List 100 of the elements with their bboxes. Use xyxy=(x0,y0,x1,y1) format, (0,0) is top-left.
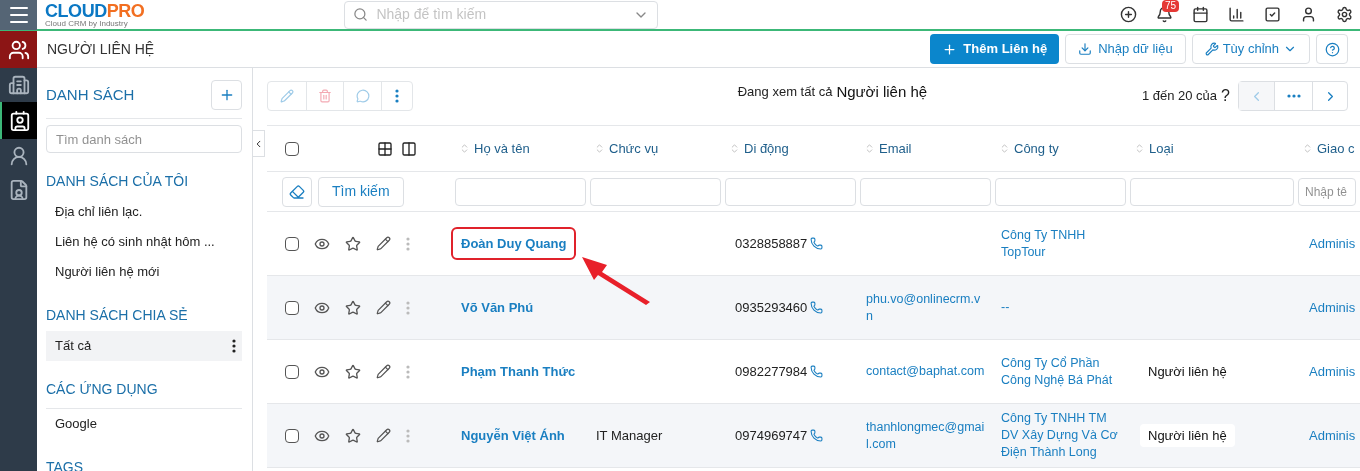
company-link[interactable]: Công Ty Cổ Phần Công Nghệ Bá Phát xyxy=(1001,354,1122,389)
contact-name-link[interactable]: Đoàn Duy Quang xyxy=(451,226,577,261)
more-icon[interactable] xyxy=(232,339,236,353)
module-item[interactable] xyxy=(0,102,37,139)
user-icon[interactable] xyxy=(1300,6,1317,23)
column-header[interactable]: Giao c xyxy=(1298,138,1360,159)
column-header[interactable]: Email xyxy=(860,138,995,159)
assignee-link[interactable]: Adminis xyxy=(1309,235,1356,251)
row-checkbox[interactable] xyxy=(285,364,299,379)
filter-field[interactable] xyxy=(455,177,586,206)
mobile-cell-text: 0328858887 xyxy=(735,234,808,253)
star-icon[interactable] xyxy=(345,427,361,444)
sort-icon xyxy=(999,143,1010,154)
mobile-cell-text: 0982277984 xyxy=(735,362,808,381)
plus-icon xyxy=(942,41,958,57)
menu-button[interactable] xyxy=(0,0,37,30)
column-header[interactable]: Loại xyxy=(1130,138,1298,159)
filter-field[interactable] xyxy=(995,177,1126,206)
row-checkbox[interactable] xyxy=(285,428,299,443)
chart-icon[interactable] xyxy=(1228,6,1245,23)
filter-field[interactable]: Nhập tê xyxy=(1298,177,1356,206)
import-button[interactable]: Nhập dữ liệu xyxy=(1065,34,1186,64)
add-contact-button[interactable]: Thêm Liên hệ xyxy=(930,34,1060,64)
mobile-cell-text: 0935293460 xyxy=(735,298,808,317)
sort-icon xyxy=(1134,143,1145,154)
phone-icon[interactable] xyxy=(810,237,824,250)
list-section-title: CÁC ỨNG DỤNG xyxy=(46,361,242,409)
customize-button[interactable]: Tùy chỉnh xyxy=(1191,34,1310,64)
filter-field[interactable] xyxy=(860,177,991,206)
list-item[interactable]: Người liên hệ mới xyxy=(46,257,242,287)
column-header[interactable]: Họ và tên xyxy=(455,138,590,159)
grid-icon[interactable] xyxy=(377,140,393,157)
search-field[interactable]: Nhập để tìm kiếm xyxy=(376,4,626,25)
comment-icon xyxy=(355,89,370,103)
help-icon xyxy=(1324,41,1340,57)
pencil-icon[interactable] xyxy=(376,300,391,315)
list-item[interactable]: Google xyxy=(46,409,242,439)
annotation-arrow xyxy=(580,255,652,305)
column-header[interactable]: Chức vụ xyxy=(590,138,725,159)
filter-field[interactable] xyxy=(725,177,856,206)
add-icon[interactable] xyxy=(1120,6,1137,23)
logo[interactable]: CLOUDPRO Cloud CRM by Industry xyxy=(45,1,145,28)
job-title-cell: IT Manager xyxy=(596,427,663,443)
help-button[interactable] xyxy=(1316,34,1348,64)
list-item[interactable]: Liên hệ có sinh nhật hôm ... xyxy=(46,227,242,257)
phone-icon[interactable] xyxy=(810,301,824,314)
clear-filter-button[interactable] xyxy=(282,176,312,207)
star-icon[interactable] xyxy=(345,299,361,316)
email-link[interactable]: thanhlongmec@gmail.com xyxy=(866,418,985,453)
contact-name-link[interactable]: Nguyễn Việt Ánh xyxy=(461,425,565,446)
calendar-icon[interactable] xyxy=(1192,6,1209,23)
download-icon xyxy=(1078,42,1093,56)
company-link[interactable]: -- xyxy=(1001,299,1122,316)
list-section-title: DANH SÁCH CHIA SẺ xyxy=(46,306,189,325)
phone-icon[interactable] xyxy=(810,429,824,442)
sort-icon xyxy=(594,143,605,154)
pencil-icon[interactable] xyxy=(376,364,391,379)
contact-name-link[interactable]: Võ Văn Phú xyxy=(461,297,534,318)
eraser-icon xyxy=(289,183,305,200)
sort-icon xyxy=(1302,143,1313,154)
search-bar[interactable]: Nhập để tìm kiếm xyxy=(344,0,659,29)
pencil-icon[interactable] xyxy=(376,236,391,251)
company-link[interactable]: Công Ty TNHH TM DV Xây Dựng Và Cơ Điện Thành Long xyxy=(1001,410,1122,461)
email-link[interactable]: contact@baphat.com xyxy=(866,363,985,380)
company-link[interactable]: Công Ty TNHH TopTour xyxy=(1001,226,1122,261)
star-icon[interactable] xyxy=(345,363,361,380)
search-button[interactable]: Tìm kiếm xyxy=(318,176,404,207)
filter-field[interactable] xyxy=(590,177,721,206)
pencil-icon[interactable] xyxy=(376,428,391,443)
list-item[interactable]: Tất cả xyxy=(46,331,242,361)
row-checkbox[interactable] xyxy=(285,300,299,315)
trash-icon xyxy=(318,89,332,103)
columns-icon[interactable] xyxy=(401,140,417,157)
assignee-link[interactable]: Adminis xyxy=(1309,427,1356,443)
contact-icon xyxy=(8,109,31,132)
row-checkbox[interactable] xyxy=(285,236,299,251)
sort-icon xyxy=(459,143,470,154)
star-icon[interactable] xyxy=(345,235,361,252)
settings-icon[interactable] xyxy=(1336,6,1353,23)
assignee-link[interactable]: Adminis xyxy=(1309,299,1356,315)
module-item[interactable] xyxy=(0,31,37,68)
type-cell: Người liên hệ xyxy=(1140,423,1235,448)
column-header[interactable]: Công ty xyxy=(995,138,1130,159)
add-list-button[interactable] xyxy=(211,80,242,110)
email-link[interactable]: phu.vo@onlinecrm.vn xyxy=(866,290,985,325)
filter-field[interactable] xyxy=(1130,177,1294,206)
contacts-icon xyxy=(7,38,30,61)
contact-name-link[interactable]: Phạm Thanh Thức xyxy=(461,361,576,382)
list-search-field[interactable]: Tìm danh sách xyxy=(46,125,242,153)
column-header[interactable]: Di động xyxy=(725,138,860,159)
sort-icon xyxy=(729,143,740,154)
task-icon[interactable] xyxy=(1264,6,1281,23)
wrench-icon xyxy=(1204,42,1219,56)
phone-icon[interactable] xyxy=(810,365,824,378)
list-item[interactable]: Địa chỉ liên lạc. xyxy=(46,197,242,227)
search-icon xyxy=(353,7,369,22)
select-all-checkbox[interactable] xyxy=(285,141,299,156)
page-title: NGƯỜI LIÊN HỆ xyxy=(47,39,155,59)
assignee-link[interactable]: Adminis xyxy=(1309,363,1356,379)
pencil-icon xyxy=(280,89,294,103)
